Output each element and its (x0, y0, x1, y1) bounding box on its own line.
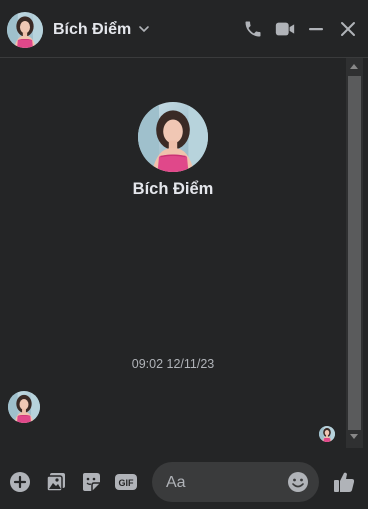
chat-header: Bích Điểm (0, 0, 368, 58)
conversation-scrollbar[interactable] (346, 58, 363, 448)
video-icon[interactable] (274, 18, 296, 40)
contact-profile-avatar[interactable] (138, 102, 208, 172)
gif-icon[interactable]: GIF (114, 470, 138, 494)
close-icon[interactable] (337, 18, 359, 40)
message-composer: GIF (0, 456, 368, 509)
contact-avatar[interactable] (7, 12, 43, 48)
chevron-down-icon[interactable] (137, 22, 151, 36)
message-input[interactable] (164, 462, 288, 504)
sticker-icon[interactable] (79, 470, 103, 494)
phone-icon[interactable] (242, 18, 264, 40)
emoji-icon[interactable] (287, 471, 309, 493)
message-input-wrapper (152, 462, 319, 504)
svg-text:GIF: GIF (119, 478, 135, 488)
message-timestamp: 09:02 12/11/23 (131, 357, 215, 371)
seen-indicator-avatar (319, 426, 335, 442)
conversation-area: Bích Điểm 09:02 12/11/23 (0, 58, 346, 456)
photo-icon[interactable] (44, 470, 68, 494)
plus-icon[interactable] (8, 470, 32, 494)
thumbs-up-icon[interactable] (332, 470, 356, 494)
scroll-thumb[interactable] (348, 76, 361, 430)
scroll-up-arrow-icon[interactable] (350, 64, 358, 69)
message-sender-avatar[interactable] (8, 391, 40, 423)
contact-name[interactable]: Bích Điểm (53, 21, 131, 39)
contact-profile-name: Bích Điểm (132, 180, 214, 198)
minimize-icon[interactable] (305, 18, 327, 40)
scroll-down-arrow-icon[interactable] (350, 434, 358, 439)
chat-window: Bích Điểm Bích Điểm 09:02 12/11/23 GIF A… (0, 0, 368, 509)
